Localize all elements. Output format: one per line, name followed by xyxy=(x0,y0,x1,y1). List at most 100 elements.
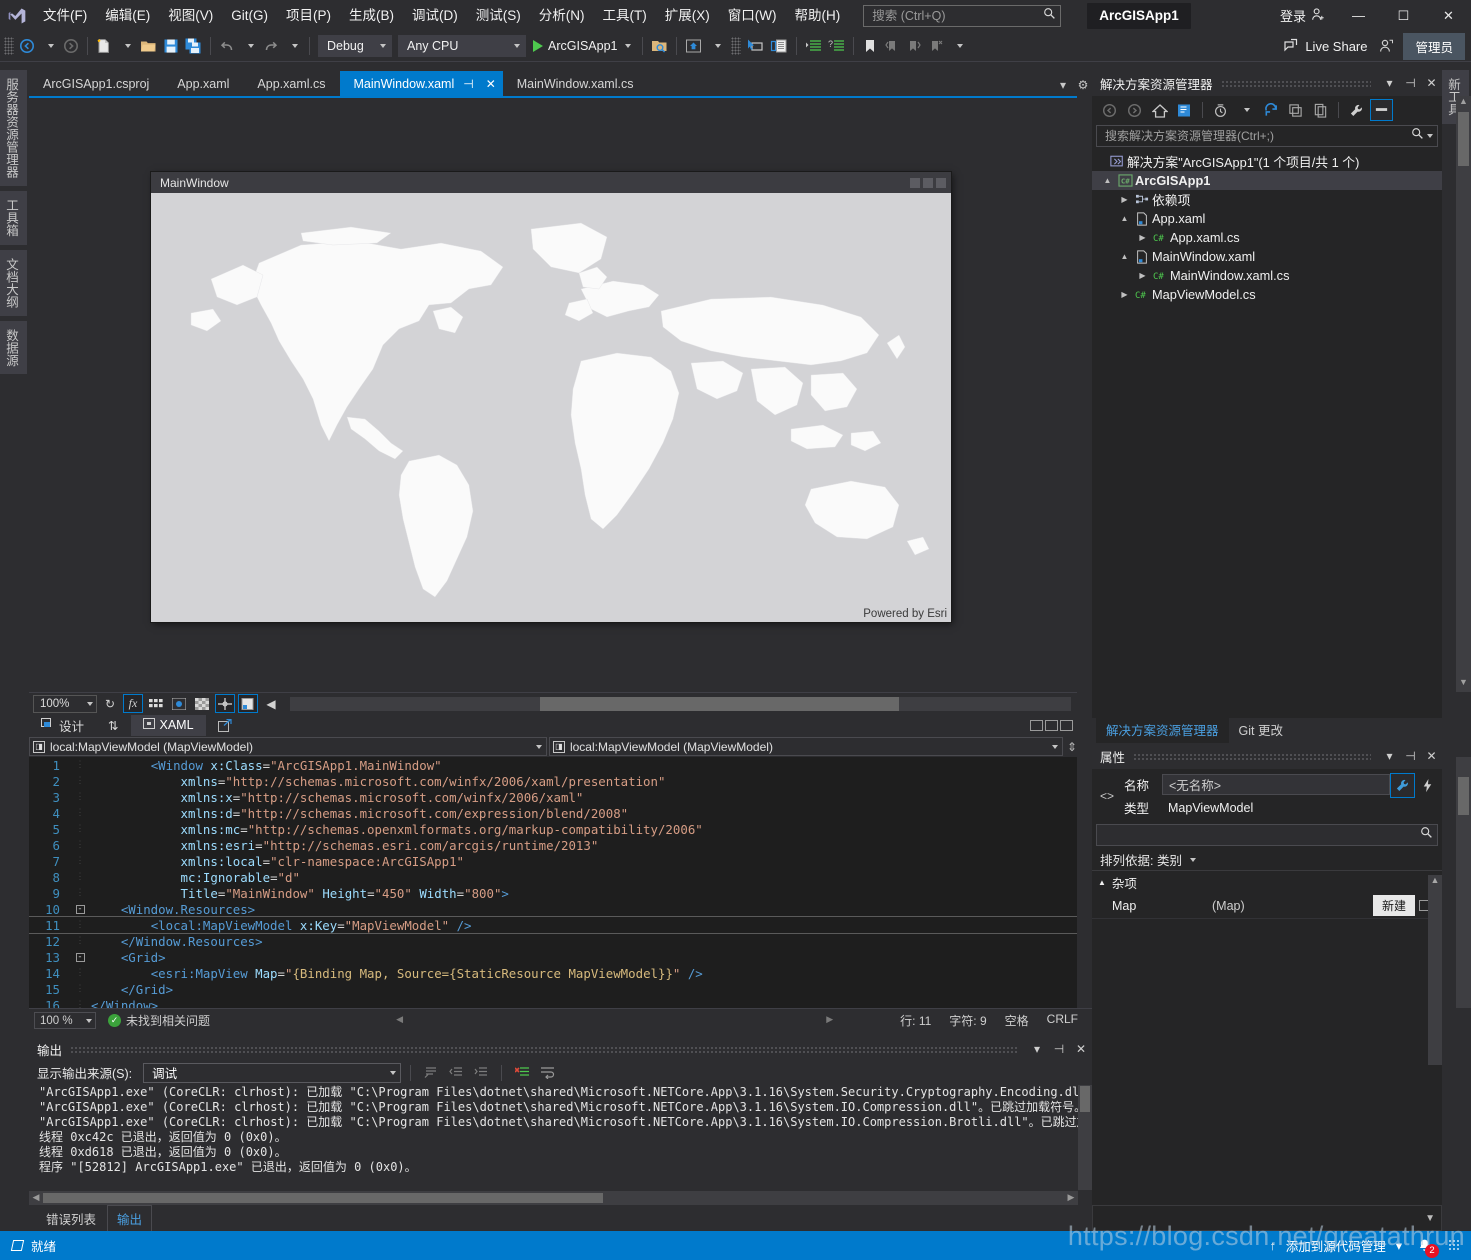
history-dropdown[interactable] xyxy=(1234,99,1257,121)
new-file-dropdown[interactable] xyxy=(115,34,137,58)
editor-zoom-combo[interactable]: 100 % xyxy=(34,1012,96,1029)
output-vertical-scrollbar[interactable] xyxy=(1078,1085,1092,1190)
properties-window-icon[interactable] xyxy=(767,34,791,58)
scroll-right-arrow[interactable]: ▶ xyxy=(826,1014,833,1025)
solution-explorer-search[interactable] xyxy=(1096,125,1438,147)
split-vertical-icon[interactable] xyxy=(1045,720,1058,731)
next-message-icon[interactable] xyxy=(470,1063,492,1083)
designer-horizontal-scrollbar[interactable] xyxy=(290,697,1071,711)
tab-solution-explorer[interactable]: 解决方案资源管理器 xyxy=(1096,716,1229,743)
tab-mainwindow-xaml[interactable]: MainWindow.xaml ⊣ ✕ xyxy=(340,71,503,96)
collapse-icon[interactable]: - xyxy=(69,904,91,914)
expander-icon[interactable]: ▶ xyxy=(1117,195,1132,204)
collapse-icon[interactable]: - xyxy=(69,952,91,962)
pin-icon[interactable]: ⊣ xyxy=(1400,749,1421,763)
toolbar-grip[interactable] xyxy=(4,37,14,55)
tree-item-app-xaml-cs[interactable]: ▶ C# App.xaml.cs xyxy=(1092,228,1442,247)
save-icon[interactable] xyxy=(160,34,182,58)
live-share-button[interactable]: Live Share xyxy=(1275,37,1375,56)
caret-icon[interactable]: ▾ xyxy=(1396,1238,1402,1253)
bookmarks-overflow[interactable] xyxy=(947,34,969,58)
output-horizontal-scrollbar[interactable]: ◀ ▶ xyxy=(29,1191,1078,1205)
designer-vertical-scrollbar[interactable]: ▲ ▼ xyxy=(1456,96,1471,692)
properties-footer-combo[interactable]: ▼ xyxy=(1092,1205,1442,1231)
redo-dropdown[interactable] xyxy=(282,34,304,58)
close-button[interactable]: ✕ xyxy=(1426,0,1471,31)
bookmark-icon[interactable] xyxy=(859,34,881,58)
collapse-all-icon[interactable] xyxy=(1284,99,1307,121)
chevron-down-icon[interactable]: ▾ xyxy=(1379,749,1400,763)
pin-icon[interactable]: ⊣ xyxy=(460,77,476,91)
chevron-down-icon[interactable] xyxy=(1427,134,1433,138)
home-icon[interactable] xyxy=(682,34,705,58)
back-icon[interactable] xyxy=(1098,99,1121,121)
artboard-icon[interactable] xyxy=(238,694,258,713)
close-icon[interactable]: ✕ xyxy=(483,77,499,91)
home-icon[interactable] xyxy=(1148,99,1171,121)
designer-zoom-combo[interactable]: 100% xyxy=(33,695,97,713)
chevron-down-icon[interactable]: ▾ xyxy=(1054,78,1072,92)
scroll-left-arrow[interactable]: ◀ xyxy=(29,1192,43,1203)
undo-dropdown[interactable] xyxy=(238,34,260,58)
tree-item-app-xaml[interactable]: ▲ App.xaml xyxy=(1092,209,1442,228)
properties-wrench-icon[interactable] xyxy=(1345,99,1368,121)
expander-icon[interactable]: ▶ xyxy=(1135,233,1150,242)
solution-explorer-search-input[interactable] xyxy=(1103,128,1411,144)
tree-item-project-arcgisapp1[interactable]: ▲ C# ArcGISApp1 xyxy=(1092,171,1442,190)
history-icon[interactable] xyxy=(1209,99,1232,121)
scroll-thumb[interactable] xyxy=(1080,1086,1090,1112)
properties-search-input[interactable] xyxy=(1101,827,1420,843)
tree-item-mainwindow-xaml[interactable]: ▲ MainWindow.xaml xyxy=(1092,247,1442,266)
scroll-left-arrow[interactable]: ◀ xyxy=(396,1014,403,1025)
save-all-icon[interactable] xyxy=(182,34,205,58)
scroll-thumb[interactable] xyxy=(43,1193,603,1203)
tab-app-xaml-cs[interactable]: App.xaml.cs xyxy=(243,71,339,96)
close-icon[interactable]: ✕ xyxy=(1070,1042,1092,1056)
tab-error-list[interactable]: 错误列表 xyxy=(37,1206,105,1231)
expander-icon[interactable]: ▲ xyxy=(1117,214,1132,223)
home-dropdown[interactable] xyxy=(705,34,727,58)
vtab-toolbox[interactable]: 工具箱 xyxy=(0,191,27,245)
transparency-icon[interactable] xyxy=(192,694,212,713)
expander-icon[interactable]: ▲ xyxy=(1117,252,1132,261)
tab-design-view[interactable]: 设计 xyxy=(29,715,96,736)
menu-view[interactable]: 视图(V) xyxy=(159,0,222,31)
split-horizontal-icon[interactable] xyxy=(1030,720,1043,731)
menu-tools[interactable]: 工具(T) xyxy=(594,0,656,31)
expander-icon[interactable]: ▶ xyxy=(1135,271,1150,280)
solution-platform-combo[interactable]: Any CPU xyxy=(398,35,526,57)
new-file-icon[interactable] xyxy=(93,34,115,58)
clear-output-icon[interactable] xyxy=(511,1063,533,1083)
editor-vertical-scrollbar[interactable] xyxy=(1456,757,1471,1008)
xaml-code-editor[interactable]: 1⋮ <Window x:Class="ArcGISApp1.MainWindo… xyxy=(29,757,1077,1008)
tab-app-xaml[interactable]: App.xaml xyxy=(163,71,243,96)
scroll-up-arrow[interactable]: ▲ xyxy=(1456,96,1471,111)
menu-test[interactable]: 测试(S) xyxy=(467,0,530,31)
properties-search[interactable] xyxy=(1096,824,1438,846)
scroll-down-arrow[interactable]: ▼ xyxy=(1456,677,1471,692)
tab-mainwindow-xaml-cs[interactable]: MainWindow.xaml.cs xyxy=(503,71,648,96)
scroll-thumb[interactable] xyxy=(1458,777,1469,815)
xaml-designer-surface[interactable]: MainWindow xyxy=(29,96,1077,692)
tree-item-solution[interactable]: 解决方案"ArcGISApp1"(1 个项目/共 1 个) xyxy=(1092,152,1442,171)
effects-icon[interactable] xyxy=(169,694,189,713)
undo-icon[interactable] xyxy=(216,34,238,58)
menu-project[interactable]: 项目(P) xyxy=(277,0,340,31)
menu-extensions[interactable]: 扩展(X) xyxy=(656,0,719,31)
toggle-wordwrap-icon[interactable] xyxy=(536,1063,558,1083)
lightning-icon[interactable] xyxy=(1415,773,1440,798)
next-bookmark-icon[interactable] xyxy=(903,34,925,58)
vtab-document-outline[interactable]: 文档大纲 xyxy=(0,250,27,316)
find-in-files-icon[interactable] xyxy=(648,34,671,58)
property-new-button[interactable]: 新建 xyxy=(1373,895,1415,916)
tree-item-mapviewmodel-cs[interactable]: ▶ C# MapViewModel.cs xyxy=(1092,285,1442,304)
menu-window[interactable]: 窗口(W) xyxy=(719,0,786,31)
panel-drag-dots[interactable] xyxy=(1133,753,1371,760)
expander-icon[interactable]: ▶ xyxy=(1117,290,1132,299)
scroll-right-arrow[interactable]: ▶ xyxy=(1064,1192,1078,1203)
arrow-up-icon[interactable]: ↑ xyxy=(1269,1239,1275,1253)
xaml-scope-combo-left[interactable]: ◨ local:MapViewModel (MapViewModel) xyxy=(29,737,547,756)
source-control-label[interactable]: 添加到源代码管理 xyxy=(1286,1236,1386,1255)
menu-help[interactable]: 帮助(H) xyxy=(785,0,849,31)
tree-item-mainwindow-xaml-cs[interactable]: ▶ C# MainWindow.xaml.cs xyxy=(1092,266,1442,285)
